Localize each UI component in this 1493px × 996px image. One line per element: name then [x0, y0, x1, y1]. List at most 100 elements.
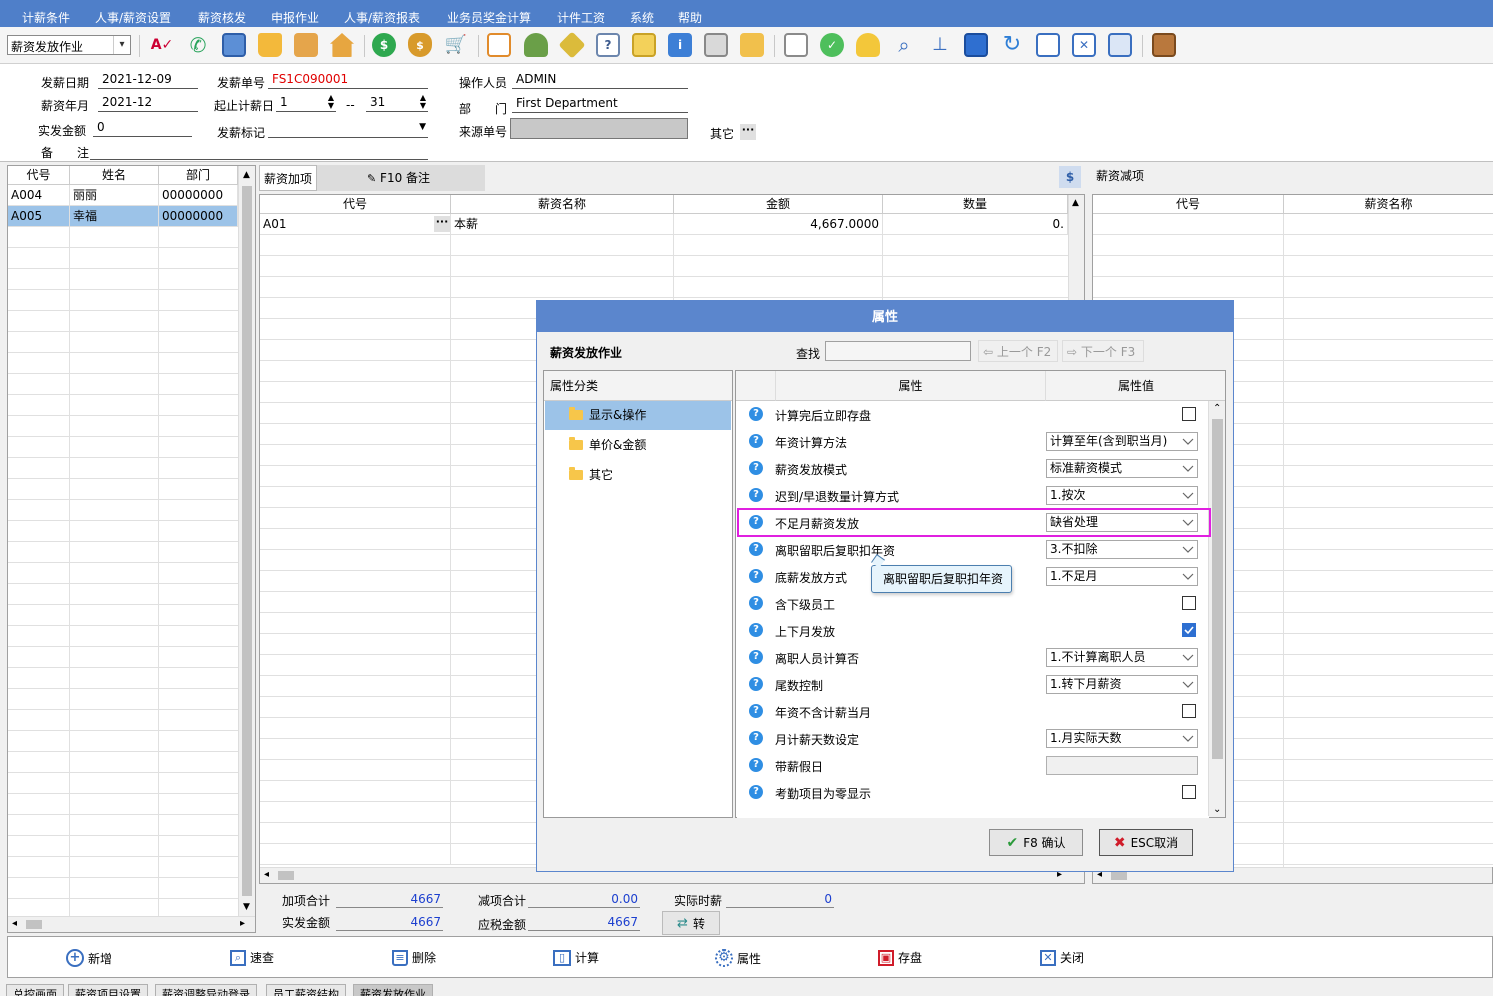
folder-icon[interactable]	[740, 33, 764, 57]
home-icon[interactable]	[330, 33, 354, 57]
col-header-code[interactable]: 代号	[1093, 195, 1284, 214]
property-value-select[interactable]: 标准薪资模式	[1046, 459, 1198, 478]
property-row[interactable]: ? 薪资发放模式 标准薪资模式	[737, 455, 1209, 482]
lock-icon[interactable]	[258, 33, 282, 57]
scroll-right-icon[interactable]: ▸	[240, 918, 245, 929]
property-checkbox[interactable]	[1182, 407, 1196, 421]
windows-icon[interactable]	[1036, 33, 1060, 57]
property-value-select[interactable]: 3.不扣除	[1046, 540, 1198, 559]
next-button[interactable]: ⇨ 下一个 F3	[1062, 340, 1144, 362]
wrench-icon[interactable]	[558, 31, 586, 59]
add-cell-name[interactable]: 本薪	[451, 214, 674, 235]
range-start-field[interactable]: 1 ▲ ▼	[276, 94, 336, 112]
scroll-thumb[interactable]	[242, 186, 252, 896]
calculator-icon[interactable]	[704, 33, 728, 57]
emp-cell-name[interactable]: 幸福	[70, 206, 159, 227]
employee-hscroll[interactable]: ◂ ▸	[8, 916, 255, 932]
property-row[interactable]: ? 带薪假日	[737, 752, 1209, 779]
property-row[interactable]: ? 尾数控制 1.转下月薪资	[737, 671, 1209, 698]
range-end-field[interactable]: 31 ▲ ▼	[366, 94, 428, 112]
other-more-button[interactable]: ···	[740, 124, 756, 140]
help-icon[interactable]: ?	[749, 596, 763, 610]
scroll-down-icon[interactable]: ▼	[243, 902, 250, 912]
property-row[interactable]: ? 考勤项目为零显示	[737, 779, 1209, 806]
properties-button[interactable]: ⚙ 属性	[715, 949, 761, 967]
tab-f10-notes[interactable]: ✎ F10 备注	[317, 165, 485, 191]
property-checkbox[interactable]	[1182, 704, 1196, 718]
code-lookup-button[interactable]: ···	[434, 216, 450, 232]
note-field[interactable]	[90, 142, 428, 160]
chevron-down-icon[interactable]: ▾	[113, 36, 130, 54]
window-tab-salary-adjust[interactable]: 薪资调整异动登录	[155, 984, 257, 996]
property-row[interactable]: ? 计算完后立即存盘	[737, 401, 1209, 428]
cancel-button[interactable]: ✖ ESC取消	[1099, 829, 1193, 856]
scroll-up-icon[interactable]: ⌃	[1213, 403, 1221, 414]
col-header-code[interactable]: 代号	[8, 166, 70, 185]
close-button[interactable]: ✕ 关闭	[1040, 949, 1084, 966]
col-header-dept[interactable]: 部门	[159, 166, 238, 185]
col-header-item-name[interactable]: 薪资名称	[451, 195, 674, 214]
help-icon[interactable]: ?	[749, 542, 763, 556]
money-bag-icon[interactable]: $	[408, 33, 432, 57]
monitor-icon[interactable]	[222, 33, 246, 57]
confirm-button[interactable]: ✔ F8 确认	[989, 829, 1083, 856]
chevron-down-icon[interactable]	[1182, 731, 1194, 745]
emp-cell-code[interactable]: A004	[8, 185, 70, 206]
property-row[interactable]: ? 离职人员计算否 1.不计算离职人员	[737, 644, 1209, 671]
phone-icon[interactable]: ✆	[186, 33, 210, 57]
scroll-thumb[interactable]	[26, 920, 42, 929]
property-value-select[interactable]: 1.月实际天数	[1046, 729, 1198, 748]
help-icon[interactable]: ?	[749, 488, 763, 502]
tab-salary-additions[interactable]: 薪资加项	[259, 165, 317, 191]
help-icon[interactable]: ?	[749, 407, 763, 421]
help-icon[interactable]: ?	[749, 704, 763, 718]
transfer-button[interactable]: ⇄ 转	[662, 911, 720, 935]
close-window-icon[interactable]: ✕	[1072, 33, 1096, 57]
window-tab-salary-items[interactable]: 薪资项目设置	[68, 984, 148, 996]
chevron-down-icon[interactable]	[1182, 488, 1194, 502]
property-value-field[interactable]	[1046, 756, 1198, 775]
menu-item-declaration[interactable]: 申报作业	[271, 9, 319, 26]
property-value-select[interactable]: 1.不计算离职人员	[1046, 648, 1198, 667]
emp-cell-dept[interactable]: 00000000	[159, 206, 238, 227]
save-button[interactable]: ▣ 存盘	[878, 949, 922, 966]
col-header-item-name[interactable]: 薪资名称	[1284, 195, 1493, 214]
emp-cell-dept[interactable]: 00000000	[159, 185, 238, 206]
menu-item-hr-settings[interactable]: 人事/薪资设置	[95, 9, 171, 26]
col-header-amount[interactable]: 金额	[674, 195, 883, 214]
document-icon[interactable]	[784, 33, 808, 57]
property-row[interactable]: ? 月计薪天数设定 1.月实际天数	[737, 725, 1209, 752]
check-circle-icon[interactable]: ✓	[820, 33, 844, 57]
tab-salary-deductions[interactable]: 薪资减项	[1092, 163, 1162, 189]
property-checkbox[interactable]	[1182, 785, 1196, 799]
scroll-left-icon[interactable]: ◂	[12, 918, 17, 929]
col-header-name[interactable]: 姓名	[70, 166, 159, 185]
chevron-down-icon[interactable]: ▼	[419, 123, 426, 132]
property-value-select[interactable]: 1.转下月薪资	[1046, 675, 1198, 694]
calculate-button[interactable]: ▯ 计算	[553, 949, 599, 966]
col-header-code[interactable]: 代号	[260, 195, 451, 214]
property-value-select[interactable]: 1.按次	[1046, 486, 1198, 505]
module-select[interactable]: 薪资发放作业 ▾	[7, 35, 131, 55]
menu-item-reports[interactable]: 人事/薪资报表	[344, 9, 420, 26]
scroll-down-icon[interactable]: ⌄	[1213, 804, 1221, 815]
menu-item-piecework[interactable]: 计件工资	[557, 9, 605, 26]
category-other[interactable]: 其它	[545, 461, 731, 490]
emp-cell-name[interactable]: 丽丽	[70, 185, 159, 206]
scroll-thumb[interactable]	[1111, 871, 1127, 880]
spell-check-icon[interactable]: A✓	[150, 33, 174, 57]
chevron-down-icon[interactable]	[1182, 650, 1194, 664]
info-icon[interactable]: i	[668, 33, 692, 57]
refresh-icon[interactable]: ↻	[1000, 33, 1024, 57]
restore-icon[interactable]	[1108, 33, 1132, 57]
property-row[interactable]: ? 离职留职后复职扣年资 3.不扣除	[737, 536, 1209, 563]
window-tab-dashboard[interactable]: 总控画面	[6, 984, 64, 996]
property-row[interactable]: ? 含下级员工	[737, 590, 1209, 617]
col-header-quantity[interactable]: 数量	[883, 195, 1068, 214]
dollar-icon[interactable]: $	[372, 33, 396, 57]
pay-month-field[interactable]: 2021-12	[98, 94, 198, 112]
help-icon[interactable]: ?	[749, 569, 763, 583]
property-row[interactable]: ? 年资计算方法 计算至年(含到职当月)	[737, 428, 1209, 455]
search-input[interactable]	[825, 341, 971, 361]
users-icon[interactable]	[524, 33, 548, 57]
